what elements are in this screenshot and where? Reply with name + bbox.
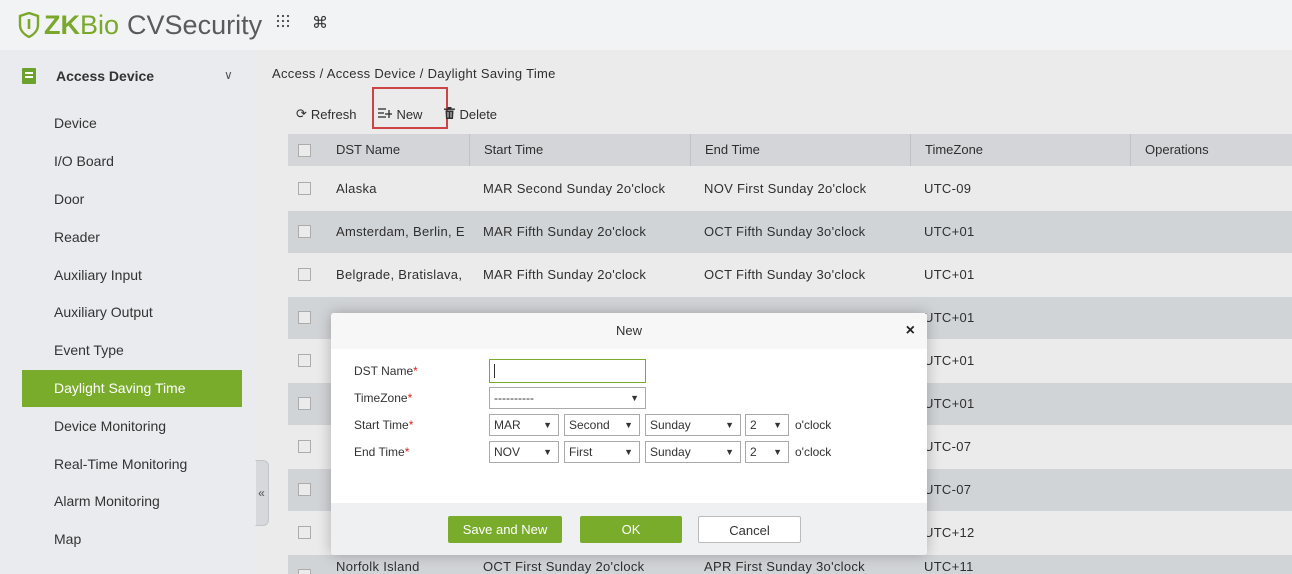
new-dst-dialog: New × DST Name * TimeZone * ---------- ▼ S…: [331, 313, 927, 555]
text-cursor: [494, 363, 495, 378]
dropdown-caret-icon: ▼: [725, 420, 734, 430]
start-month-select[interactable]: MAR ▼: [489, 414, 559, 436]
sidebar: Access Device ∨ Device I/O Board Door Re…: [0, 50, 256, 574]
sidebar-item-device[interactable]: Device: [22, 105, 242, 142]
chevron-down-icon: ∨: [224, 68, 233, 82]
end-hour-select[interactable]: 2 ▼: [745, 441, 789, 463]
dropdown-caret-icon: ▼: [624, 447, 633, 457]
brand-zk: ZK: [44, 9, 80, 40]
close-icon[interactable]: ×: [906, 313, 915, 349]
dropdown-caret-icon: ▼: [773, 447, 782, 457]
brand-logo: ZK Bio CVSecurity: [18, 10, 262, 41]
access-device-icon: [22, 68, 36, 84]
dropdown-caret-icon: ▼: [630, 393, 639, 403]
start-hour-select[interactable]: 2 ▼: [745, 414, 789, 436]
dropdown-caret-icon: ▼: [543, 420, 552, 430]
start-time-label: Start Time *: [354, 418, 414, 432]
dropdown-caret-icon: ▼: [773, 420, 782, 430]
start-oclock-label: o'clock: [795, 418, 832, 432]
sidebar-item-auxiliary-output[interactable]: Auxiliary Output: [22, 294, 242, 331]
end-time-label: End Time *: [354, 445, 410, 459]
dst-name-input[interactable]: [489, 359, 646, 383]
end-week-select[interactable]: First ▼: [564, 441, 640, 463]
dropdown-caret-icon: ▼: [725, 447, 734, 457]
apps-grid-icon[interactable]: [276, 14, 290, 33]
module-header[interactable]: Access Device ∨: [0, 50, 256, 102]
dropdown-caret-icon: ▼: [624, 420, 633, 430]
dialog-title: New: [615, 323, 642, 338]
dropdown-caret-icon: ▼: [543, 447, 552, 457]
command-icon[interactable]: ⌘: [312, 13, 328, 33]
save-and-new-button[interactable]: Save and New: [448, 516, 562, 543]
timezone-label: TimeZone *: [354, 391, 413, 405]
sidebar-item-map[interactable]: Map: [22, 521, 242, 558]
end-day-select[interactable]: Sunday ▼: [645, 441, 741, 463]
sidebar-item-device-monitoring[interactable]: Device Monitoring: [22, 408, 242, 445]
sidebar-item-reader[interactable]: Reader: [22, 219, 242, 256]
sidebar-item-io-board[interactable]: I/O Board: [22, 143, 242, 180]
end-oclock-label: o'clock: [795, 445, 832, 459]
brand-cvsecurity: CVSecurity: [127, 9, 263, 40]
dialog-title-bar: New ×: [331, 313, 927, 349]
start-day-select[interactable]: Sunday ▼: [645, 414, 741, 436]
cancel-button[interactable]: Cancel: [698, 516, 801, 543]
module-title: Access Device: [56, 68, 155, 84]
sidebar-item-daylight-saving-time[interactable]: Daylight Saving Time: [22, 370, 242, 407]
dst-name-label: DST Name *: [354, 364, 418, 378]
sidebar-item-auxiliary-input[interactable]: Auxiliary Input: [22, 257, 242, 294]
top-bar: ZK Bio CVSecurity ⌘: [0, 0, 1292, 50]
sidebar-item-door[interactable]: Door: [22, 181, 242, 218]
start-week-select[interactable]: Second ▼: [564, 414, 640, 436]
ok-button[interactable]: OK: [580, 516, 682, 543]
end-month-select[interactable]: NOV ▼: [489, 441, 559, 463]
dialog-footer: Save and New OK Cancel: [331, 503, 927, 555]
shield-logo-icon: [18, 12, 40, 38]
sidebar-item-event-type[interactable]: Event Type: [22, 332, 242, 369]
brand-bio: Bio: [80, 9, 120, 40]
timezone-select[interactable]: ---------- ▼: [489, 387, 646, 409]
sidebar-item-alarm-monitoring[interactable]: Alarm Monitoring: [22, 483, 242, 520]
sidebar-item-real-time-monitoring[interactable]: Real-Time Monitoring: [22, 446, 242, 483]
